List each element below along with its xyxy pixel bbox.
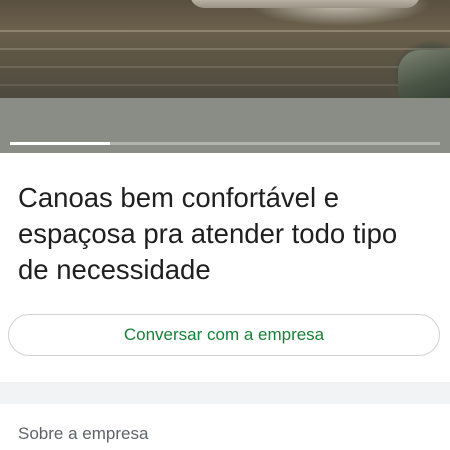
water-ripple: [0, 30, 450, 32]
water-ripple: [0, 48, 450, 50]
canoe-hull: [190, 0, 420, 8]
post-description: Canoas bem confortável e espaçosa pra at…: [18, 182, 398, 285]
chat-with-business-button[interactable]: Conversar com a empresa: [8, 314, 440, 356]
water-ripple: [0, 66, 450, 68]
section-divider: [0, 382, 450, 404]
business-post-page: Canoas bem confortável e espaçosa pra at…: [0, 0, 450, 450]
about-business-heading: Sobre a empresa: [18, 424, 149, 443]
water-ripple: [0, 84, 450, 86]
carousel-progress-active: [10, 142, 110, 145]
chat-button-label: Conversar com a empresa: [123, 325, 325, 344]
canoe-photo[interactable]: [0, 0, 450, 98]
rock: [398, 50, 450, 98]
